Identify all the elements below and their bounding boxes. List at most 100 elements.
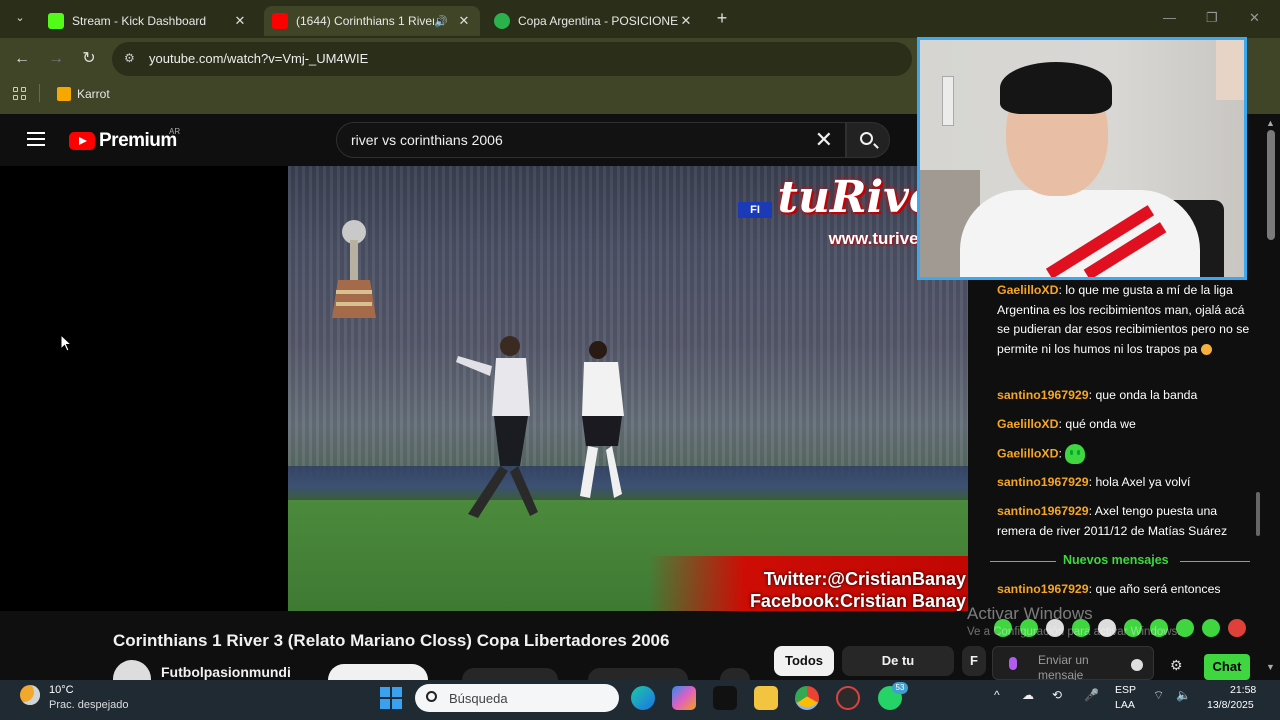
microphone-icon[interactable] (1009, 657, 1017, 670)
chat-message-input[interactable]: Enviar un mensaje (992, 646, 1154, 682)
tab-search-icon[interactable]: ⌄ (10, 8, 30, 28)
chat-username[interactable]: santino1967929 (997, 388, 1089, 402)
windows-start-icon[interactable] (380, 687, 402, 709)
url-text: youtube.com/watch?v=Vmj-_UM4WIE (149, 51, 369, 66)
player-silhouette (456, 336, 538, 518)
weather-temperature[interactable]: 10°C (49, 684, 74, 696)
tab-title: (1644) Corinthians 1 River 3 (296, 14, 435, 28)
menu-icon[interactable] (27, 132, 45, 146)
close-tab-icon[interactable]: ✕ (456, 13, 472, 29)
mouse-cursor-icon (60, 334, 72, 352)
volume-icon[interactable]: 🔈 (1176, 688, 1191, 702)
search-button[interactable] (846, 122, 890, 158)
close-window-icon[interactable]: ✕ (1249, 10, 1260, 26)
more-actions-button[interactable] (720, 668, 750, 680)
chrome-icon[interactable] (795, 686, 819, 710)
chat-username[interactable]: santino1967929 (997, 504, 1089, 518)
subscribe-button[interactable] (328, 664, 428, 680)
youtube-logo[interactable]: Premium (69, 130, 177, 152)
send-chat-button[interactable]: Chat (1204, 654, 1250, 680)
tab-youtube-video[interactable]: (1644) Corinthians 1 River 3 🔊 ✕ (264, 6, 480, 36)
speaker-icon[interactable]: 🔊 (434, 15, 448, 28)
face-emoji-icon (1200, 343, 1212, 355)
tiktok-icon[interactable] (713, 686, 737, 710)
video-player[interactable]: FI tuRiver www.turiver.com Twitter:@Cris… (288, 166, 968, 611)
clear-search-icon[interactable]: ✕ (815, 128, 833, 152)
tab-copa-argentina[interactable]: Copa Argentina - POSICIONES ✕ (486, 6, 702, 36)
weather-description[interactable]: Prac. despejado (49, 699, 129, 711)
chat-text: qué onda we (1065, 417, 1136, 431)
clock-time[interactable]: 21:58 (1230, 684, 1256, 696)
chip-de-tu-busqueda[interactable]: De tu búsqueda (842, 646, 954, 698)
chip-todos[interactable]: Todos (774, 646, 834, 676)
edge-icon[interactable] (631, 686, 655, 710)
page-scroll-thumb[interactable] (1267, 130, 1275, 240)
maximize-icon[interactable]: ❐ (1206, 10, 1218, 26)
chat-settings-icon[interactable]: ⚙ (1170, 658, 1184, 672)
streamer-hair (1000, 62, 1112, 114)
player-silhouette (580, 341, 624, 498)
chat-username[interactable]: GaelilloXD (997, 283, 1059, 297)
search-input[interactable]: river vs corinthians 2006 ✕ (336, 122, 846, 158)
bookmark-label: Karrot (77, 87, 110, 101)
microphone-tray-icon[interactable]: 🎤 (1084, 688, 1099, 702)
tab-kick-dashboard[interactable]: Stream - Kick Dashboard ✕ (40, 6, 256, 36)
bookmark-karrot[interactable]: Karrot (57, 85, 110, 103)
activate-windows-subtitle: Ve a Configuración para activar Windows. (967, 626, 1181, 638)
light-switch (942, 76, 954, 126)
taskbar-search-input[interactable]: Búsqueda (415, 684, 619, 712)
chat-colon: : (1058, 446, 1066, 461)
clock-date[interactable]: 13/8/2025 (1207, 699, 1254, 711)
wifi-icon[interactable]: ⌔ (1153, 688, 1164, 703)
new-tab-icon[interactable]: + (712, 8, 732, 28)
copilot-icon[interactable] (672, 686, 696, 710)
emoji-picker-icon[interactable] (1131, 659, 1143, 671)
share-button[interactable] (588, 668, 688, 680)
chat-username[interactable]: santino1967929 (997, 582, 1089, 596)
copa-favicon-icon (494, 13, 510, 29)
minimize-icon[interactable]: — (1163, 10, 1176, 25)
youtube-play-icon (69, 132, 95, 150)
chat-scroll-thumb[interactable] (1256, 492, 1260, 536)
back-arrow-icon[interactable]: ← (12, 49, 32, 69)
chat-username[interactable]: GaelilloXD (997, 446, 1059, 460)
region-code: AR (169, 127, 181, 136)
show-hidden-icons-icon[interactable]: ^ (994, 688, 1000, 702)
close-tab-icon[interactable]: ✕ (678, 13, 694, 29)
chat-text: que onda la banda (1095, 388, 1198, 402)
channel-name[interactable]: Futbolpasionmundi (161, 664, 291, 680)
emote-icon[interactable] (1228, 619, 1246, 637)
obs-icon[interactable] (836, 686, 860, 710)
like-button[interactable] (462, 668, 558, 680)
onedrive-icon[interactable]: ☁ (1022, 688, 1034, 702)
search-icon (860, 132, 873, 145)
chat-message: santino1967929: Axel tengo puesta una re… (997, 502, 1257, 541)
file-explorer-icon[interactable] (754, 686, 778, 710)
river-jersey (960, 190, 1200, 277)
input-layout[interactable]: LAA (1115, 699, 1135, 711)
chat-message: santino1967929: hola Axel ya volví (997, 473, 1257, 493)
video-title: Corinthians 1 River 3 (Relato Mariano Cl… (113, 631, 670, 650)
chat-username[interactable]: santino1967929 (997, 475, 1089, 489)
activate-windows-title: Activar Windows (967, 604, 1093, 623)
weather-moon-icon[interactable] (20, 685, 40, 705)
emote-icon[interactable] (1202, 619, 1220, 637)
reload-icon[interactable]: ↻ (79, 49, 99, 69)
forward-arrow-icon[interactable]: → (46, 49, 66, 69)
scroll-down-icon[interactable]: ▼ (1266, 662, 1275, 672)
tab-title: Copa Argentina - POSICIONES (518, 14, 678, 28)
chip-partial[interactable]: F (962, 646, 986, 676)
channel-avatar[interactable] (113, 660, 151, 680)
scroll-up-icon[interactable]: ▲ (1266, 118, 1275, 128)
chat-username[interactable]: GaelilloXD (997, 417, 1059, 431)
address-bar[interactable]: ⚙ youtube.com/watch?v=Vmj-_UM4WIE (112, 42, 912, 76)
input-language[interactable]: ESP (1115, 684, 1136, 696)
sync-icon[interactable]: ⟲ (1052, 688, 1062, 702)
site-settings-icon[interactable]: ⚙ (124, 51, 135, 65)
taskbar-search-placeholder: Búsqueda (449, 691, 508, 706)
apps-grid-icon[interactable] (13, 87, 27, 101)
chat-message: GaelilloXD: lo que me gusta a mí de la l… (997, 281, 1257, 359)
new-messages-divider[interactable]: Nuevos mensajes (990, 553, 1250, 569)
new-messages-label: Nuevos mensajes (1063, 553, 1169, 567)
close-tab-icon[interactable]: ✕ (232, 13, 248, 29)
